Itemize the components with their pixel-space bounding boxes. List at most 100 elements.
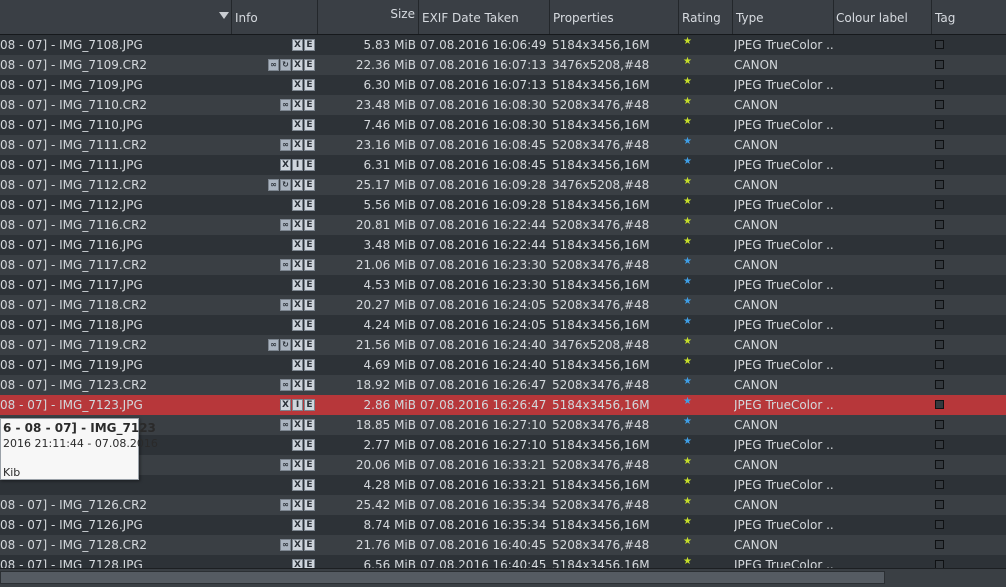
- tag-checkbox[interactable]: [935, 40, 944, 49]
- tag-checkbox[interactable]: [935, 360, 944, 369]
- rating-star-icon[interactable]: ★: [683, 37, 693, 47]
- header-size[interactable]: Size: [318, 0, 419, 34]
- tag-checkbox[interactable]: [935, 540, 944, 549]
- table-row[interactable]: E X 4.28 MiB 07.08.2016 16:33:21 5184x3456,1…: [0, 475, 1006, 495]
- rating-star-icon[interactable]: ★: [683, 137, 693, 147]
- table-row[interactable]: 08 - 07] - IMG_7112.JPG E X 5.56 MiB 07.08.2…: [0, 195, 1006, 215]
- header-name[interactable]: [0, 0, 232, 34]
- table-row[interactable]: 08 - 07] - IMG_7118.CR2 E X ∞ 20.27 MiB 07.08…: [0, 295, 1006, 315]
- table-row[interactable]: 08 - 07] - IMG_7116.CR2 E X ∞ 20.81 MiB 07.08…: [0, 215, 1006, 235]
- table-row[interactable]: 08 - 07] - IMG_7119.CR2 E X ↻ ∞ 21.56 MiB 07.0…: [0, 335, 1006, 355]
- rating-star-icon[interactable]: ★: [683, 457, 693, 467]
- rating-star-icon[interactable]: ★: [683, 397, 693, 407]
- tag-cell: [932, 175, 1006, 195]
- tag-checkbox[interactable]: [935, 400, 944, 409]
- tag-checkbox[interactable]: [935, 280, 944, 289]
- rating-star-icon[interactable]: ★: [683, 357, 693, 367]
- tag-checkbox[interactable]: [935, 220, 944, 229]
- table-row[interactable]: 08 - 07] - IMG_7126.CR2 E X ∞ 25.42 MiB 07.08…: [0, 495, 1006, 515]
- table-row[interactable]: E X ∞ 20.06 MiB 07.08.2016 16:33:21 5208x3476…: [0, 455, 1006, 475]
- tag-checkbox[interactable]: [935, 340, 944, 349]
- table-row[interactable]: 08 - 07] - IMG_7123.CR2 E X ∞ 18.92 MiB 07.08…: [0, 375, 1006, 395]
- rating-star-icon[interactable]: ★: [683, 237, 693, 247]
- rating-star-icon[interactable]: ★: [683, 557, 693, 567]
- rating-star-icon[interactable]: ★: [683, 157, 693, 167]
- rating-star-icon[interactable]: ★: [683, 537, 693, 547]
- table-row[interactable]: 08 - 07] - IMG_7126.JPG E X 8.74 MiB 07.08.2…: [0, 515, 1006, 535]
- rating-star-icon[interactable]: ★: [683, 117, 693, 127]
- tag-checkbox[interactable]: [935, 380, 944, 389]
- table-row[interactable]: 08 - 07] - IMG_7128.CR2 E X ∞ 21.76 MiB 07.08…: [0, 535, 1006, 555]
- sort-descending-icon[interactable]: [219, 12, 229, 19]
- rating-star-icon[interactable]: ★: [683, 97, 693, 107]
- table-row[interactable]: 08 - 07] - IMG_7109.CR2 E X ↻ ∞ 22.36 MiB 07.0…: [0, 55, 1006, 75]
- rating-star-icon[interactable]: ★: [683, 417, 693, 427]
- rating-star-icon[interactable]: ★: [683, 377, 693, 387]
- rating-star-icon[interactable]: ★: [683, 197, 693, 207]
- properties-cell: 5184x3456,16M: [552, 278, 650, 292]
- header-info[interactable]: Info: [232, 0, 318, 34]
- type-cell: JPEG TrueColor ...: [734, 518, 834, 532]
- tag-checkbox[interactable]: [935, 120, 944, 129]
- file-name-cell: 08 - 07] - IMG_7123.CR2: [0, 378, 148, 392]
- tag-checkbox[interactable]: [935, 160, 944, 169]
- tag-checkbox[interactable]: [935, 520, 944, 529]
- table-row[interactable]: 08 - 07] - IMG_7117.JPG E X 4.53 MiB 07.08.2…: [0, 275, 1006, 295]
- rating-star-icon[interactable]: ★: [683, 337, 693, 347]
- horizontal-scrollbar-thumb[interactable]: [0, 571, 885, 584]
- table-row[interactable]: 08 - 07] - IMG_7118.JPG E X 4.24 MiB 07.08.2…: [0, 315, 1006, 335]
- table-row[interactable]: 08 - 07] - IMG_7110.JPG E X 7.46 MiB 07.08.2…: [0, 115, 1006, 135]
- tag-checkbox[interactable]: [935, 200, 944, 209]
- rating-star-icon[interactable]: ★: [683, 257, 693, 267]
- rating-star-icon[interactable]: ★: [683, 497, 693, 507]
- table-row[interactable]: 08 - 07] - IMG_7116.JPG E X 3.48 MiB 07.08.2…: [0, 235, 1006, 255]
- rating-star-icon[interactable]: ★: [683, 317, 693, 327]
- tag-checkbox[interactable]: [935, 260, 944, 269]
- header-rating-label: Rating: [682, 11, 721, 25]
- rating-star-icon[interactable]: ★: [683, 517, 693, 527]
- header-rating[interactable]: Rating: [679, 0, 733, 34]
- rating-star-icon[interactable]: ★: [683, 297, 693, 307]
- table-row[interactable]: 08 - 07] - IMG_7108.JPG E X 5.83 MiB 07.08.2…: [0, 35, 1006, 55]
- rating-star-icon[interactable]: ★: [683, 57, 693, 67]
- tag-checkbox[interactable]: [935, 500, 944, 509]
- tag-checkbox[interactable]: [935, 460, 944, 469]
- rating-star-icon[interactable]: ★: [683, 477, 693, 487]
- tag-checkbox[interactable]: [935, 420, 944, 429]
- rating-star-icon[interactable]: ★: [683, 177, 693, 187]
- tag-checkbox[interactable]: [935, 80, 944, 89]
- type-cell: CANON: [734, 498, 778, 512]
- tag-checkbox[interactable]: [935, 240, 944, 249]
- header-properties[interactable]: Properties: [550, 0, 679, 34]
- table-row[interactable]: 08 - 07] - IMG_7117.CR2 E X ∞ 21.06 MiB 07.08…: [0, 255, 1006, 275]
- colour-label-cell: [835, 295, 932, 315]
- tag-checkbox[interactable]: [935, 300, 944, 309]
- tag-checkbox[interactable]: [935, 320, 944, 329]
- header-type[interactable]: Type: [733, 0, 834, 34]
- table-row[interactable]: 08 - 07] - IMG_7119.JPG E X 4.69 MiB 07.08.2…: [0, 355, 1006, 375]
- rating-star-icon[interactable]: ★: [683, 437, 693, 447]
- tag-checkbox[interactable]: [935, 440, 944, 449]
- rating-star-icon[interactable]: ★: [683, 277, 693, 287]
- rating-star-icon[interactable]: ★: [683, 217, 693, 227]
- tag-checkbox[interactable]: [935, 100, 944, 109]
- table-row[interactable]: 08 - 07] - IMG_7110.CR2 E X ∞ 23.48 MiB 07.08…: [0, 95, 1006, 115]
- tag-checkbox[interactable]: [935, 140, 944, 149]
- table-row[interactable]: 08 - 07] - IMG_7111.JPG E I X 6.31 MiB 07.08.…: [0, 155, 1006, 175]
- tag-checkbox[interactable]: [935, 180, 944, 189]
- type-cell: CANON: [734, 458, 778, 472]
- tag-cell: [932, 415, 1006, 435]
- tag-checkbox[interactable]: [935, 480, 944, 489]
- tag-checkbox[interactable]: [935, 60, 944, 69]
- table-row[interactable]: 08 - 07] - IMG_7111.CR2 E X ∞ 23.16 MiB 07.08…: [0, 135, 1006, 155]
- horizontal-scrollbar[interactable]: [0, 568, 1006, 587]
- header-tag[interactable]: Tag: [932, 0, 1006, 34]
- table-row[interactable]: 08 - 07] - IMG_7109.JPG E X 6.30 MiB 07.08.2…: [0, 75, 1006, 95]
- table-row-selected[interactable]: 08 - 07] - IMG_7123.JPG E I X 2.86 MiB 07.08.…: [0, 395, 1006, 415]
- table-row[interactable]: 08 - 07] - IMG_7112.CR2 E X ↻ ∞ 25.17 MiB 07.0…: [0, 175, 1006, 195]
- info-cell: E X ∞: [232, 135, 318, 155]
- edit-badge-icon: E: [304, 539, 315, 551]
- rating-star-icon[interactable]: ★: [683, 77, 693, 87]
- header-colour-label[interactable]: Colour label: [834, 0, 932, 34]
- header-exif-date[interactable]: EXIF Date Taken: [419, 0, 550, 34]
